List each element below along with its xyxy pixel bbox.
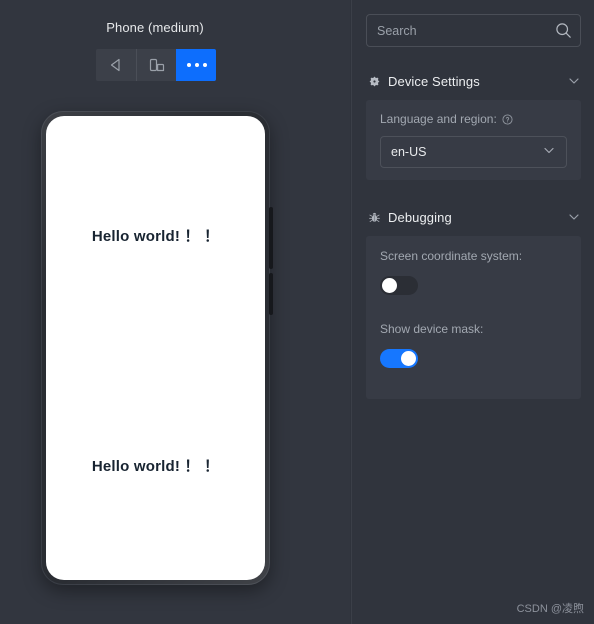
watermark: CSDN @凌煦: [516, 603, 584, 615]
chevron-down-icon: [542, 143, 556, 162]
device-frame: Hello world! ！ ！ Hello world! ！ ！: [41, 111, 273, 585]
screen-coordinate-system-label-text: Screen coordinate system:: [380, 249, 523, 263]
triangle-left-icon: [108, 57, 124, 73]
search-icon[interactable]: [555, 22, 580, 39]
device-settings-card: Language and region: en-US: [366, 100, 581, 180]
search-input[interactable]: [367, 15, 555, 46]
section-header-debugging[interactable]: Debugging: [366, 204, 581, 230]
chevron-down-icon[interactable]: [567, 210, 581, 224]
section-title-device-settings: Device Settings: [388, 73, 480, 89]
device-rotate-icon: [148, 57, 166, 73]
settings-pane: Device Settings Language and region:: [351, 0, 594, 624]
screen-text-1: Hello world! ！ ！: [91, 228, 220, 245]
show-device-mask-toggle[interactable]: [380, 349, 418, 368]
device-preview-pane: Phone (medium) Hello world! ！ ！ Hello wo…: [0, 0, 350, 624]
show-device-mask-label: Show device mask:: [380, 322, 567, 336]
language-and-region-value: en-US: [391, 145, 427, 159]
section-title-debugging: Debugging: [388, 209, 452, 225]
toggle-knob: [382, 278, 397, 293]
back-button[interactable]: [96, 49, 136, 81]
show-device-mask-label-text: Show device mask:: [380, 322, 484, 336]
search-box[interactable]: [366, 14, 581, 47]
preview-toolbar: [96, 49, 216, 81]
ellipsis-icon: [186, 63, 207, 67]
device-title: Phone (medium): [106, 20, 204, 35]
volume-button[interactable]: [269, 207, 273, 269]
app-root: Phone (medium) Hello world! ！ ！ Hello wo…: [0, 0, 594, 624]
debugging-card: Screen coordinate system: Show device ma…: [366, 236, 581, 399]
toggle-knob: [401, 351, 416, 366]
rotate-button[interactable]: [136, 49, 176, 81]
power-button[interactable]: [269, 273, 273, 315]
language-and-region-label-text: Language and region:: [380, 112, 497, 126]
gear-icon: [366, 75, 382, 88]
language-and-region-label: Language and region:: [380, 112, 567, 126]
screen-coordinate-system-toggle[interactable]: [380, 276, 418, 295]
help-icon[interactable]: [502, 113, 513, 125]
device-screen[interactable]: Hello world! ！ ！ Hello world! ！ ！: [46, 116, 265, 580]
bug-icon: [366, 211, 382, 224]
language-and-region-select[interactable]: en-US: [380, 136, 567, 168]
more-options-button[interactable]: [176, 49, 216, 81]
chevron-down-icon[interactable]: [567, 74, 581, 88]
screen-text-2: Hello world! ！ ！: [91, 458, 220, 475]
section-header-device-settings[interactable]: Device Settings: [366, 68, 581, 94]
screen-coordinate-system-label: Screen coordinate system:: [380, 249, 567, 263]
